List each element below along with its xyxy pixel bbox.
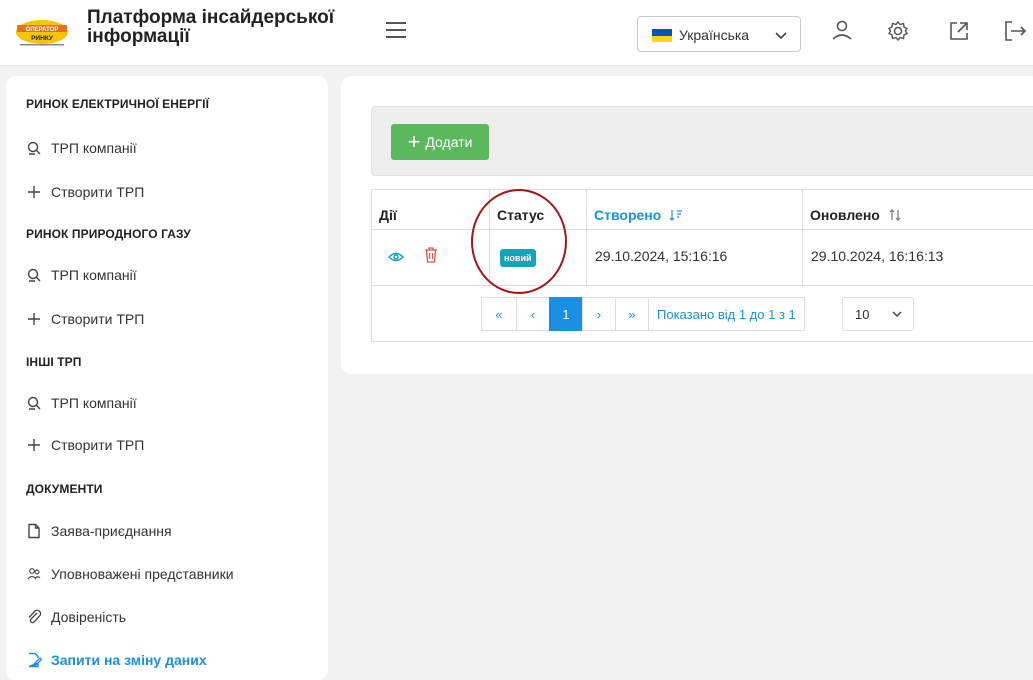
plus-icon xyxy=(26,311,42,327)
column-header-status: Статус xyxy=(490,190,587,230)
sidebar-item-gas-create[interactable]: Створити ТРП xyxy=(26,307,144,331)
external-link-icon[interactable] xyxy=(946,18,972,44)
view-icon[interactable] xyxy=(388,250,404,264)
chevron-down-icon xyxy=(892,311,902,318)
logo[interactable]: ОПЕРАТОР РИНКУ xyxy=(14,18,70,48)
sidebar-item-label: Створити ТРП xyxy=(51,184,145,200)
table-cell-created: 29.10.2024, 15:16:16 xyxy=(587,230,803,286)
language-label: Українська xyxy=(679,27,750,43)
requests-table: Дії Статус Створено Оновлено новий 29.10… xyxy=(371,189,1033,342)
add-button-label: Додати xyxy=(425,134,473,150)
plus-icon xyxy=(26,184,42,200)
updated-date: 29.10.2024, 16:16:13 xyxy=(811,248,944,264)
section-title-other: ІНШІ ТРП xyxy=(26,355,82,369)
sidebar-item-label: ТРП компанії xyxy=(51,395,137,411)
sidebar-item-label: Створити ТРП xyxy=(51,311,145,327)
sidebar-item-label: Створити ТРП xyxy=(51,437,145,453)
sidebar-item-label: ТРП компанії xyxy=(51,140,137,156)
svg-text:РИНКУ: РИНКУ xyxy=(31,35,54,42)
column-header-actions: Дії xyxy=(372,190,490,230)
created-date: 29.10.2024, 15:16:16 xyxy=(595,248,728,264)
first-page-button[interactable]: « xyxy=(481,297,517,331)
users-icon xyxy=(26,566,42,582)
delete-icon[interactable] xyxy=(424,247,438,263)
sort-icon xyxy=(889,209,901,221)
sidebar-item-label: Запити на зміну даних xyxy=(51,652,207,668)
section-title-gas: РИНОК ПРИРОДНОГО ГАЗУ xyxy=(26,227,191,241)
prev-page-button[interactable]: ‹ xyxy=(516,297,550,331)
sidebar-item-label: Заява-приєднання xyxy=(51,523,172,539)
sidebar-item-representatives[interactable]: Уповноважені представники xyxy=(26,562,234,586)
edit-file-icon xyxy=(26,652,42,668)
sidebar: РИНОК ЕЛЕКТРИЧНОЇ ЕНЕРГІЇ ТРП компанії С… xyxy=(6,76,328,680)
search-doc-icon xyxy=(26,140,42,156)
toolbar: + Додати xyxy=(371,106,1033,176)
column-header-created[interactable]: Створено xyxy=(587,190,803,230)
last-page-button[interactable]: » xyxy=(615,297,649,331)
sort-desc-icon xyxy=(669,210,683,221)
table-row-actions xyxy=(372,230,490,286)
plus-icon: + xyxy=(407,129,421,154)
section-title-electricity: РИНОК ЕЛЕКТРИЧНОЇ ЕНЕРГІЇ xyxy=(26,97,209,111)
search-doc-icon xyxy=(26,395,42,411)
file-icon xyxy=(26,523,42,539)
sidebar-item-other-companies[interactable]: ТРП компанії xyxy=(26,391,137,415)
app-header: ОПЕРАТОР РИНКУ Платформа інсайдерської і… xyxy=(0,0,1033,66)
column-header-label: Створено xyxy=(594,207,662,223)
paperclip-icon xyxy=(26,609,42,625)
ukraine-flag-icon xyxy=(652,29,672,42)
menu-icon[interactable] xyxy=(386,22,406,40)
sidebar-item-change-requests[interactable]: Запити на зміну даних xyxy=(26,648,207,672)
section-title-documents: ДОКУМЕНТИ xyxy=(26,482,103,496)
main-panel: + Додати Дії Статус Створено Оновлено но… xyxy=(341,76,1033,374)
sidebar-item-gas-companies[interactable]: ТРП компанії xyxy=(26,263,137,287)
status-badge: новий xyxy=(500,249,536,267)
page-1-button[interactable]: 1 xyxy=(549,297,583,331)
page-size-value: 10 xyxy=(855,306,870,322)
user-icon[interactable] xyxy=(829,18,855,44)
page-size-select[interactable]: 10 xyxy=(842,297,914,331)
sidebar-item-power-of-attorney[interactable]: Довіреність xyxy=(26,605,126,629)
svg-text:ОПЕРАТОР: ОПЕРАТОР xyxy=(26,27,59,33)
add-button[interactable]: + Додати xyxy=(391,124,489,160)
sidebar-item-electricity-companies[interactable]: ТРП компанії xyxy=(26,136,137,160)
table-cell-status: новий xyxy=(490,230,587,286)
gear-icon[interactable] xyxy=(885,18,911,44)
app-title: Платформа інсайдерської інформації xyxy=(87,7,335,47)
column-header-updated[interactable]: Оновлено xyxy=(803,190,1033,230)
sidebar-item-other-create[interactable]: Створити ТРП xyxy=(26,433,144,457)
pagination-info: Показано від 1 до 1 з 1 xyxy=(648,297,805,331)
sidebar-item-application[interactable]: Заява-приєднання xyxy=(26,519,172,543)
next-page-button[interactable]: › xyxy=(582,297,616,331)
logout-icon[interactable] xyxy=(1002,18,1028,44)
sidebar-item-label: ТРП компанії xyxy=(51,267,137,283)
sidebar-item-electricity-create[interactable]: Створити ТРП xyxy=(26,180,144,204)
search-doc-icon xyxy=(26,267,42,283)
plus-icon xyxy=(26,437,42,453)
language-select[interactable]: Українська xyxy=(637,16,801,52)
pagination-group: « ‹ 1 › » Показано від 1 до 1 з 1 xyxy=(481,297,805,331)
sidebar-item-label: Уповноважені представники xyxy=(51,566,234,582)
chevron-down-icon xyxy=(775,32,787,40)
sidebar-item-label: Довіреність xyxy=(51,609,127,625)
pagination: « ‹ 1 › » Показано від 1 до 1 з 1 10 xyxy=(372,286,1033,342)
column-header-label: Оновлено xyxy=(810,207,880,223)
table-cell-updated: 29.10.2024, 16:16:13 xyxy=(803,230,1033,286)
